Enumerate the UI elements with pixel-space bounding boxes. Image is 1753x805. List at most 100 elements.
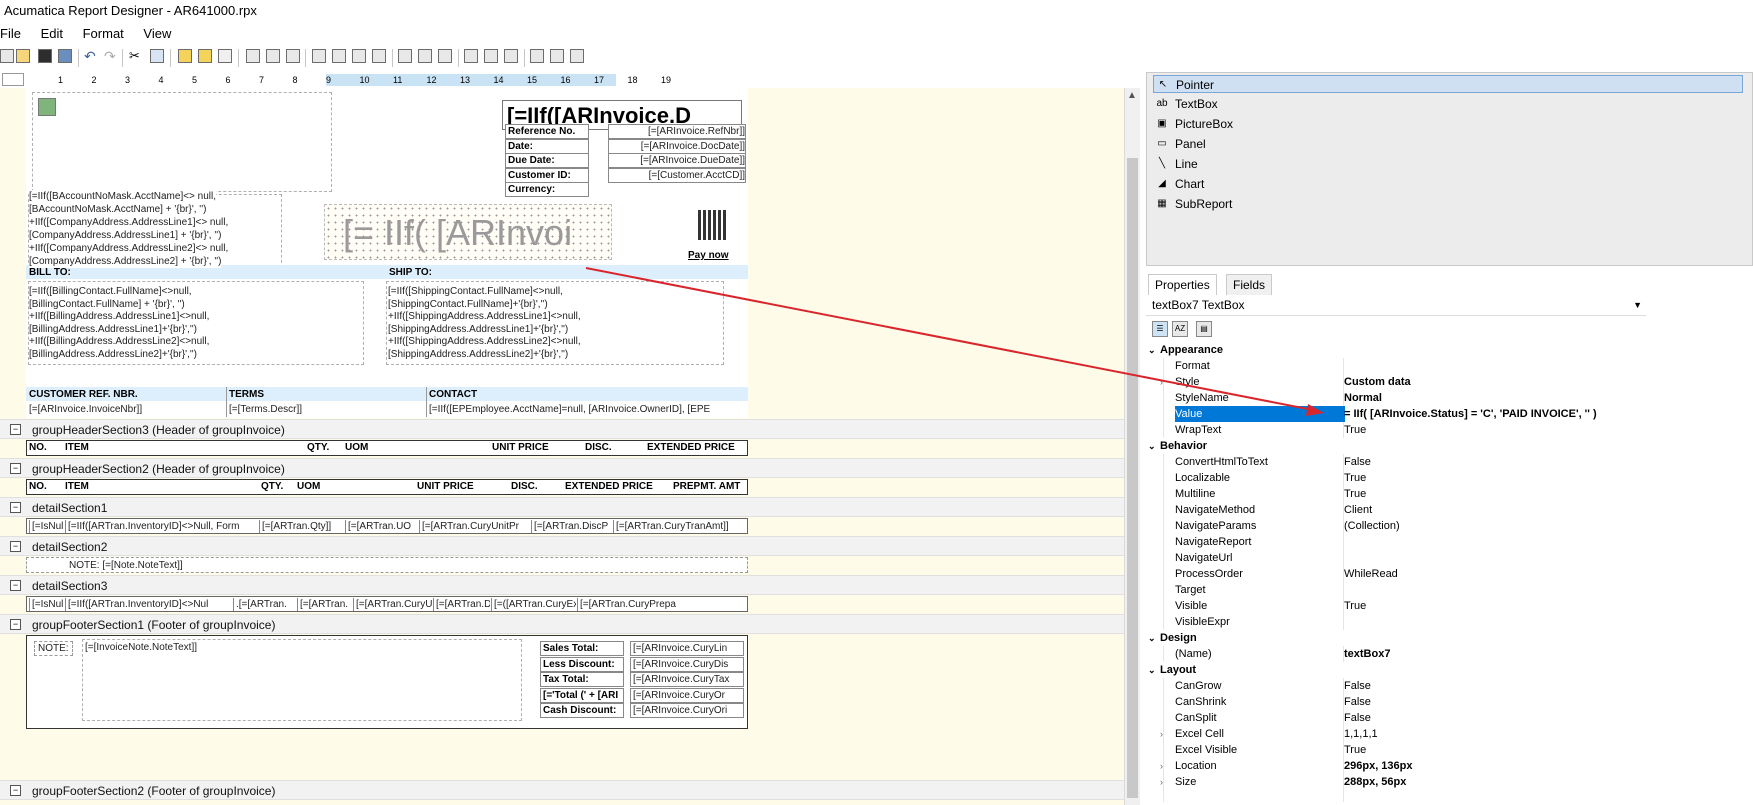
surface-scrollbar[interactable]: ▲ — [1124, 88, 1140, 805]
tab-properties[interactable]: Properties — [1148, 274, 1217, 295]
property-category[interactable]: ⌄ Behavior — [1146, 438, 1753, 454]
chevron-down-icon[interactable]: ⌄ — [1148, 342, 1156, 358]
property-value[interactable]: True — [1344, 742, 1366, 758]
property-value[interactable]: Client — [1344, 502, 1372, 518]
collapse-icon[interactable]: − — [10, 424, 21, 435]
property-row[interactable]: › Style Custom data — [1146, 374, 1753, 390]
section-detail-2[interactable]: − detailSection2 — [0, 536, 1124, 556]
ref-value-field[interactable]: [=[ARInvoice.DocDate]] — [608, 138, 746, 154]
detail-field[interactable]: [=IsNul — [29, 520, 66, 533]
total-value-field[interactable]: [=[ARInvoice.CuryTax — [630, 672, 744, 687]
detail-field[interactable]: [=IsNul — [29, 598, 66, 611]
send-back-icon[interactable] — [198, 49, 212, 63]
toolbox-item-textbox[interactable]: ab TextBox — [1153, 95, 1743, 113]
undo-icon[interactable]: ↶ — [84, 48, 96, 65]
menu-edit[interactable]: Edit — [33, 24, 71, 44]
property-row[interactable]: Format — [1146, 358, 1753, 374]
collapse-icon[interactable]: − — [10, 502, 21, 513]
hspace-equal-icon[interactable] — [464, 49, 478, 63]
align-grid-icon[interactable] — [372, 49, 386, 63]
detail-field[interactable]: [=[ARTran.CuryUnitPr — [419, 520, 528, 533]
property-row[interactable]: CanGrow False — [1146, 678, 1753, 694]
property-value[interactable]: True — [1344, 470, 1366, 486]
property-value[interactable]: True — [1344, 422, 1366, 438]
object-selector[interactable]: textBox7 TextBox ▼ — [1146, 295, 1646, 316]
property-value[interactable]: = IIf( [ARInvoice.Status] = 'C', 'PAID I… — [1344, 406, 1597, 422]
property-row[interactable]: Excel Visible True — [1146, 742, 1753, 758]
picture-icon[interactable] — [38, 98, 56, 116]
same-height-icon[interactable] — [418, 49, 432, 63]
property-row[interactable]: › Excel Cell 1,1,1,1 — [1146, 726, 1753, 742]
chevron-down-icon[interactable]: ▼ — [1633, 295, 1642, 315]
detail-field[interactable]: [=[ARTran.CuryPrepa — [577, 598, 748, 611]
collapse-icon[interactable]: − — [10, 785, 21, 796]
collapse-icon[interactable]: − — [10, 541, 21, 552]
scroll-up-icon[interactable]: ▲ — [1127, 90, 1137, 101]
collapse-icon[interactable]: − — [10, 619, 21, 630]
property-value[interactable]: 288px, 56px — [1344, 774, 1406, 790]
chevron-down-icon[interactable]: ⌄ — [1148, 630, 1156, 646]
toolbox-item-panel[interactable]: ▭ Panel — [1153, 135, 1743, 153]
property-category[interactable]: ⌄ Design — [1146, 630, 1753, 646]
collapse-icon[interactable]: − — [10, 463, 21, 474]
invoice-nbr-field[interactable]: [=[ARInvoice.InvoiceNbr]] — [29, 403, 219, 416]
property-row[interactable]: CanSplit False — [1146, 710, 1753, 726]
property-row[interactable]: WrapText True — [1146, 422, 1753, 438]
copy-icon[interactable] — [150, 49, 164, 63]
property-row[interactable]: CanShrink False — [1146, 694, 1753, 710]
ref-value-field[interactable]: [=[ARInvoice.DueDate]] — [608, 153, 746, 168]
chevron-right-icon[interactable]: › — [1160, 758, 1163, 774]
property-pages-icon[interactable]: ▤ — [1196, 321, 1212, 337]
detail-field[interactable]: [=IIf([ARTran.InventoryID]<>Null, Form — [65, 520, 258, 533]
section-detail-1[interactable]: − detailSection1 — [0, 497, 1124, 517]
total-value-field[interactable]: [=[ARInvoice.CuryDis — [630, 656, 744, 672]
cut-icon[interactable]: ✂ — [129, 48, 140, 64]
ref-value-field[interactable]: [=[ARInvoice.RefNbr]] — [608, 124, 746, 139]
property-row[interactable]: Value = IIf( [ARInvoice.Status] = 'C', 'P… — [1146, 406, 1753, 422]
total-value-field[interactable]: [=[ARInvoice.CuryOri — [630, 703, 744, 718]
property-row[interactable]: ProcessOrder WhileRead — [1146, 566, 1753, 582]
property-value[interactable]: False — [1344, 678, 1371, 694]
group-icon[interactable] — [218, 49, 232, 63]
align-bottom-icon[interactable] — [352, 49, 366, 63]
property-row[interactable]: ConvertHtmlToText False — [1146, 454, 1753, 470]
tab-fields[interactable]: Fields — [1226, 274, 1273, 295]
property-row[interactable]: › Size 288px, 56px — [1146, 774, 1753, 790]
property-row[interactable]: NavigateReport — [1146, 534, 1753, 550]
property-row[interactable]: Localizable True — [1146, 470, 1753, 486]
property-category[interactable]: ⌄ Appearance — [1146, 342, 1753, 358]
property-row[interactable]: NavigateUrl — [1146, 550, 1753, 566]
detail-field[interactable]: .[=[ARTran. — [233, 598, 296, 611]
detail-field[interactable]: [=[ARTran.Di — [433, 598, 490, 611]
section-group-footer-1[interactable]: − groupFooterSection1 (Footer of groupIn… — [0, 614, 1124, 634]
property-value[interactable]: Normal — [1344, 390, 1382, 406]
property-row[interactable]: Visible True — [1146, 598, 1753, 614]
note-text-field[interactable]: NOTE: [=[Note.NoteText]] — [69, 559, 183, 572]
property-value[interactable]: False — [1344, 710, 1371, 726]
section-group-footer-2[interactable]: − groupFooterSection2 (Footer of groupIn… — [0, 780, 1124, 800]
property-value[interactable]: True — [1344, 598, 1366, 614]
terms-field[interactable]: [=[Terms.Descr]] — [229, 403, 419, 416]
hspace-decrease-icon[interactable] — [504, 49, 518, 63]
property-value[interactable]: Custom data — [1344, 374, 1411, 390]
property-value[interactable]: 1,1,1,1 — [1344, 726, 1378, 742]
categorized-icon[interactable]: ☰ — [1152, 321, 1168, 337]
redo-icon[interactable]: ↷ — [104, 48, 116, 65]
scroll-thumb[interactable] — [1127, 158, 1138, 798]
property-value[interactable]: WhileRead — [1344, 566, 1398, 582]
toolbox-item-picturebox[interactable]: ▣ PictureBox — [1153, 115, 1743, 133]
toolbox-item-line[interactable]: ╲ Line — [1153, 155, 1743, 173]
chevron-down-icon[interactable]: ⌄ — [1148, 438, 1156, 454]
toolbox-item-chart[interactable]: ◢ Chart — [1153, 175, 1743, 193]
property-category[interactable]: ⌄ Layout — [1146, 662, 1753, 678]
qr-code-icon[interactable] — [698, 210, 728, 240]
property-row[interactable]: Target — [1146, 582, 1753, 598]
detail-field[interactable]: [=[ARTran.CuryTranAmt]] — [613, 520, 748, 533]
section-detail-3[interactable]: − detailSection3 — [0, 575, 1124, 595]
property-row[interactable]: NavigateParams (Collection) — [1146, 518, 1753, 534]
collapse-icon[interactable]: − — [10, 580, 21, 591]
align-left-icon[interactable] — [246, 49, 260, 63]
property-value[interactable]: textBox7 — [1344, 646, 1390, 662]
contact-field[interactable]: [=IIf([EPEmployee.AcctName]=null, [ARInv… — [429, 403, 745, 416]
detail-field[interactable]: [=[ARTran.CuryU — [353, 598, 432, 611]
